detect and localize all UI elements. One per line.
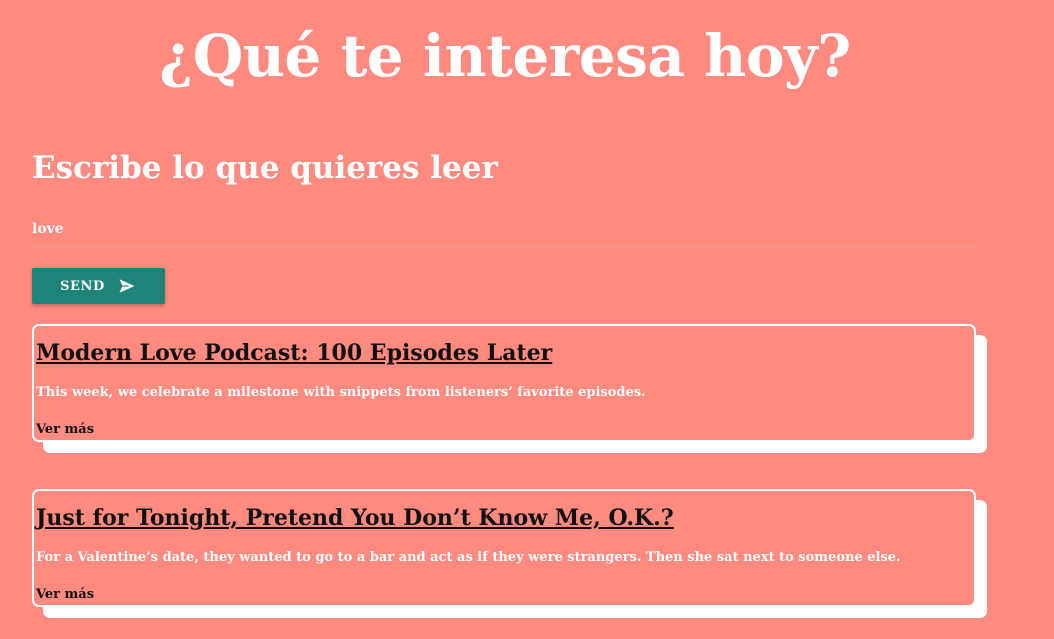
page-title: ¿Qué te interesa hoy? [159, 22, 851, 90]
read-more-link[interactable]: Ver más [36, 422, 94, 437]
result-title-link[interactable]: Modern Love Podcast: 100 Episodes Later [36, 340, 552, 366]
send-button-label: SEND [60, 278, 105, 294]
send-button[interactable]: SEND [32, 268, 165, 304]
result-title-link[interactable]: Just for Tonight, Pretend You Don’t Know… [36, 505, 674, 531]
search-input[interactable] [32, 212, 976, 247]
read-more-link[interactable]: Ver más [36, 587, 94, 602]
result-card: Just for Tonight, Pretend You Don’t Know… [32, 489, 976, 607]
send-icon [119, 279, 135, 293]
result-card: Modern Love Podcast: 100 Episodes Later … [32, 324, 976, 442]
result-description: For a Valentine’s date, they wanted to g… [36, 550, 901, 565]
result-description: This week, we celebrate a milestone with… [36, 385, 646, 400]
search-heading: Escribe lo que quieres leer [32, 150, 498, 186]
